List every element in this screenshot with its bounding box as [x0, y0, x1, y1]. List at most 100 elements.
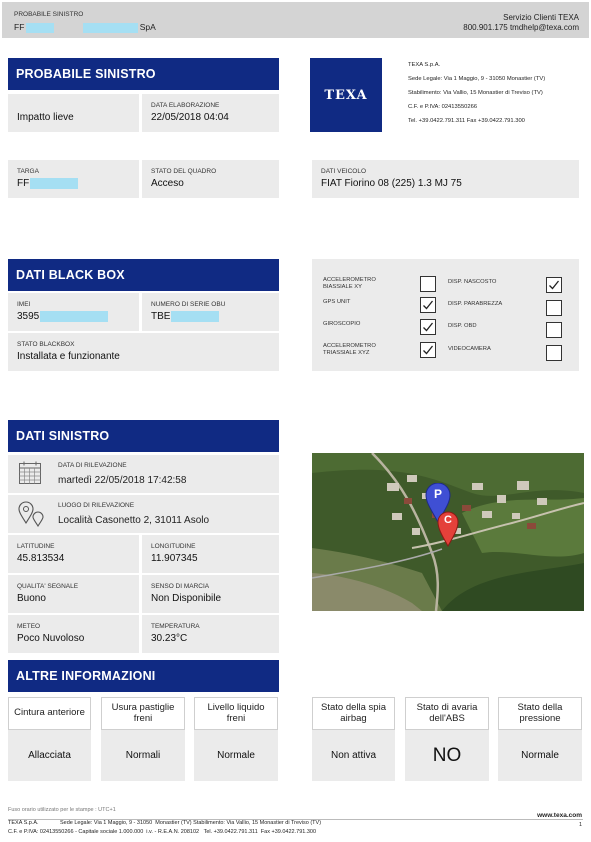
temperature-value: 30.23°C [151, 633, 188, 644]
detection-place-label: LUOGO DI RILEVAZIONE [58, 502, 135, 509]
imei-value: 3595 [17, 310, 109, 322]
redaction-mask [26, 22, 55, 33]
timezone-note: Fuso orario utilizzato per le stampe : U… [8, 807, 116, 813]
plate-value: FF [17, 177, 79, 189]
check-icon [423, 300, 434, 310]
plate-label: TARGA [17, 168, 39, 175]
client-suffix: SpA [139, 22, 156, 32]
serial-label: NUMERO DI SERIE OBU [151, 301, 226, 308]
weather-value: Poco Nuvoloso [17, 633, 85, 644]
service-contact: 800.901.175 tmdhelp@texa.com [463, 23, 579, 32]
imei-prefix: 3595 [17, 311, 40, 322]
info-card-title: Stato della spia airbag [312, 697, 395, 730]
signal-box: QUALITA' SEGNALE Buono [8, 575, 139, 613]
blackbox-status-value: Installata e funzionante [17, 351, 120, 362]
company-plant: Stabilimento: Via Vallio, 15 Monastier d… [408, 90, 543, 96]
serial-prefix: TBE [151, 311, 171, 322]
map-pin-p-label: P [433, 487, 442, 501]
serial-value: TBE [151, 310, 220, 322]
top-bar-label: PROBABILE SINISTRO [14, 11, 84, 18]
info-card: Stato della spia airbag Non attiva [312, 697, 395, 781]
redaction-mask [40, 310, 109, 322]
blackbox-status-label: STATO BLACKBOX [17, 341, 75, 348]
detection-date-label: DATA DI RILEVAZIONE [58, 462, 127, 469]
direction-value: Non Disponibile [151, 593, 222, 604]
page-number: 1 [578, 822, 582, 828]
feature-label: GIROSCOPIO [323, 321, 361, 327]
company-phone: Tel. +39.0422.791.311 Fax +39.0422.791.3… [408, 118, 525, 124]
temperature-label: TEMPERATURA [151, 623, 200, 630]
elaboration-box: DATA ELABORAZIONE 22/05/2018 04:04 [142, 94, 279, 132]
signal-label: QUALITA' SEGNALE [17, 583, 79, 590]
company-name: TEXA S.p.A. [408, 62, 441, 68]
company-vat: C.F. e P.IVA: 02413550266 [408, 104, 478, 110]
direction-label: SENSO DI MARCIA [151, 583, 210, 590]
feature-checkbox [546, 345, 562, 361]
map-pin-c-label: C [444, 514, 452, 526]
feature-checkbox [420, 319, 436, 335]
feature-label: DISP. PARABREZZA [448, 301, 503, 307]
detection-place-box: LUOGO DI RILEVAZIONE Località Casonetto … [8, 495, 279, 533]
check-icon [423, 345, 434, 355]
features-panel: ACCELEROMETRO BIASSIALE XY GPS UNIT GIRO… [312, 259, 579, 371]
info-card-title: Stato di avaria dell'ABS [405, 697, 489, 730]
feature-label: VIDEOCAMERA [448, 346, 491, 352]
footer-line-1: TEXA S.p.A. Sede Legale: Via 1 Maggio, 9… [8, 820, 322, 826]
service-label: Servizio Clienti TEXA [503, 13, 579, 22]
longitude-label: LONGITUDINE [151, 543, 196, 550]
info-card: Cintura anteriore Allacciata [8, 697, 91, 781]
feature-checkbox [546, 322, 562, 338]
feature-label: DISP. NASCOSTO [448, 279, 497, 285]
company-legal: Sede Legale: Via 1 Maggio, 9 - 31050 Mon… [408, 76, 546, 82]
info-card: Livello liquido freni Normale [194, 697, 278, 781]
signal-value: Buono [17, 593, 46, 604]
latitude-label: LATITUDINE [17, 543, 55, 550]
info-card-value: Allacciata [8, 730, 91, 781]
info-card: Usura pastiglie freni Normali [101, 697, 185, 781]
elaboration-label: DATA ELABORAZIONE [151, 102, 220, 109]
elaboration-value: 22/05/2018 04:04 [151, 112, 229, 123]
vehicle-data-box: DATI VEICOLO FIAT Fiorino 08 (225) 1.3 M… [312, 160, 579, 198]
latitude-box: LATITUDINE 45.813534 [8, 535, 139, 573]
redaction-mask [171, 310, 220, 322]
check-icon [549, 280, 560, 290]
redaction-mask [30, 177, 79, 189]
satellite-map[interactable]: P C [312, 453, 584, 611]
serial-box: NUMERO DI SERIE OBU TBE [142, 293, 279, 331]
weather-label: METEO [17, 623, 41, 630]
imei-box: IMEI 3595 [8, 293, 139, 331]
feature-checkbox [420, 342, 436, 358]
map-pin-c[interactable]: C [437, 511, 459, 552]
detection-date-value: martedì 22/05/2018 17:42:58 [58, 475, 187, 486]
info-card-title: Stato della pressione [498, 697, 582, 730]
impact-box: Impatto lieve [8, 94, 139, 132]
section-header-altre: ALTRE INFORMAZIONI [8, 660, 279, 692]
impact-value: Impatto lieve [17, 112, 74, 123]
info-card: Stato di avaria dell'ABS NO [405, 697, 489, 781]
plate-box: TARGA FF [8, 160, 139, 198]
info-card: Stato della pressione Normale [498, 697, 582, 781]
section-header-probabile: PROBABILE SINISTRO [8, 58, 279, 90]
weather-box: METEO Poco Nuvoloso [8, 615, 139, 653]
location-pins-icon [18, 501, 44, 527]
client-name: FF SpA [14, 22, 156, 33]
texa-logo: TEXA [310, 58, 382, 132]
feature-label: ACCELEROMETRO TRIASSIALE XYZ [323, 343, 376, 356]
latitude-value: 45.813534 [17, 553, 65, 564]
vehicle-data-label: DATI VEICOLO [321, 168, 367, 175]
blackbox-status-box: STATO BLACKBOX Installata e funzionante [8, 333, 279, 371]
feature-checkbox [546, 300, 562, 316]
detection-place-value: Località Casonetto 2, 31011 Asolo [58, 515, 210, 526]
footer-website[interactable]: www.texa.com [537, 812, 582, 819]
info-card-value: NO [405, 730, 489, 781]
imei-label: IMEI [17, 301, 31, 308]
section-header-blackbox: DATI BLACK BOX [8, 259, 279, 291]
footer-line-2: C.F. e P.IVA: 02413550266 - Capitale soc… [8, 829, 317, 835]
feature-checkbox [420, 276, 436, 292]
info-card-title: Cintura anteriore [8, 697, 91, 730]
redaction-mask [82, 22, 138, 33]
feature-label: ACCELEROMETRO BIASSIALE XY [323, 277, 376, 290]
longitude-box: LONGITUDINE 11.907345 [142, 535, 279, 573]
info-card-value: Non attiva [312, 730, 395, 781]
company-info: TEXA S.p.A. Sede Legale: Via 1 Maggio, 9… [408, 58, 545, 128]
